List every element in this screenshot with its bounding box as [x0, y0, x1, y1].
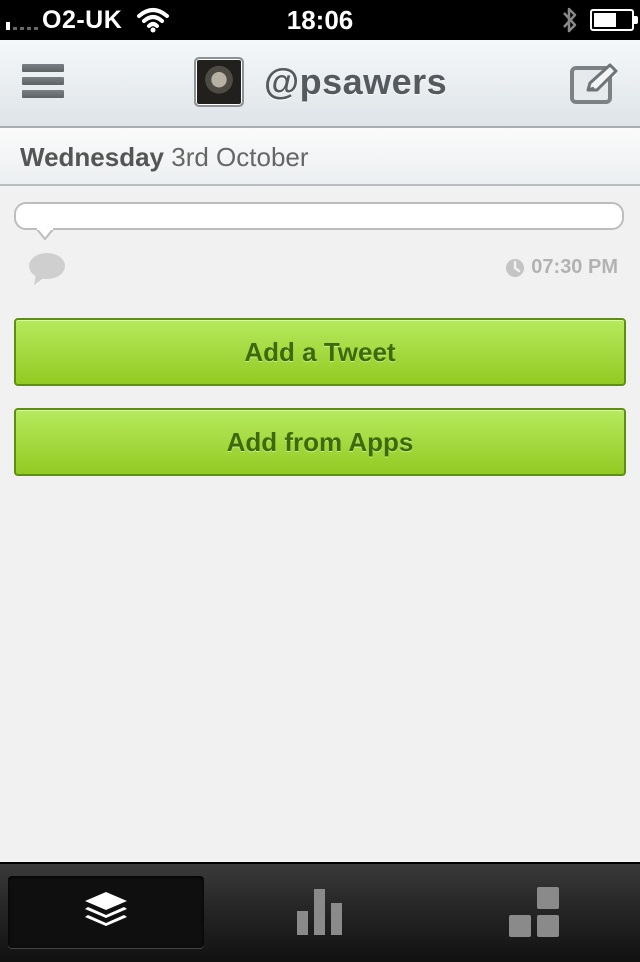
- battery-fill: [594, 13, 616, 27]
- comment-icon: [29, 253, 65, 285]
- slot-time-label: 07:30 PM: [531, 256, 618, 278]
- battery-icon: [590, 9, 638, 31]
- bubble-tail: [36, 228, 54, 240]
- layers-icon: [85, 892, 127, 926]
- compose-icon[interactable]: [570, 62, 620, 106]
- blocks-icon: [509, 887, 559, 937]
- bar-chart-icon: [297, 889, 342, 935]
- account-handle: @psawers: [264, 61, 448, 102]
- date-text: 3rd October: [171, 142, 309, 172]
- empty-tweet-slot[interactable]: [14, 202, 624, 230]
- add-from-apps-button[interactable]: Add from Apps: [14, 408, 626, 476]
- date-day: Wednesday: [20, 142, 165, 172]
- status-bar: O2-UK 18:06: [0, 0, 640, 40]
- bluetooth-icon: [563, 7, 577, 33]
- add-tweet-button[interactable]: Add a Tweet: [14, 318, 626, 386]
- tab-analytics[interactable]: [222, 876, 418, 948]
- status-time: 18:06: [286, 5, 354, 35]
- clock-icon: [506, 258, 525, 277]
- hamburger-icon: [22, 64, 66, 98]
- account-title[interactable]: @psawers: [194, 57, 447, 107]
- tab-bar: [0, 862, 640, 962]
- date-header: Wednesday 3rd October: [0, 128, 640, 186]
- status-right: [560, 0, 638, 40]
- avatar: [194, 57, 244, 107]
- tab-settings[interactable]: [436, 876, 632, 948]
- tab-buffer[interactable]: [8, 876, 204, 948]
- menu-button[interactable]: [22, 64, 66, 104]
- slot-time: 07:30 PM: [505, 256, 618, 279]
- nav-bar: @psawers: [0, 40, 640, 128]
